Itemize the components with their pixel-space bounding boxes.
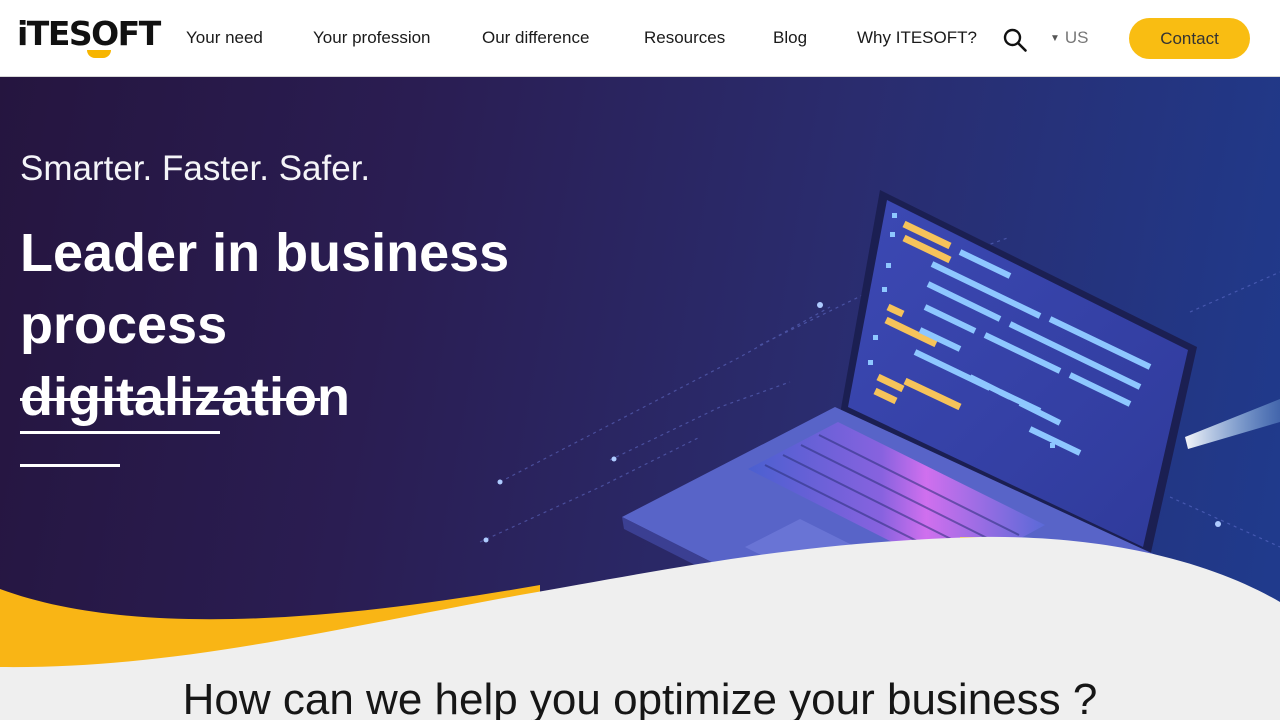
language-label: US xyxy=(1064,28,1089,47)
caret-down-icon: ▼ xyxy=(1050,33,1060,44)
decorative-line-short xyxy=(20,464,120,467)
section-title: How can we help you optimize your busine… xyxy=(182,675,1098,720)
contact-button[interactable]: Contact xyxy=(1129,18,1250,59)
itesoft-logo[interactable]: iTESOFT xyxy=(17,14,161,58)
language-selector[interactable]: ▼ US xyxy=(1050,28,1089,51)
logo-text: iTESOFT xyxy=(17,14,161,53)
nav-our-difference[interactable]: Our difference xyxy=(482,28,589,48)
hero-banner: Smarter. Faster. Safer. Leader in busine… xyxy=(0,77,1280,720)
logo-mark xyxy=(87,50,111,58)
hero-tagline: Smarter. Faster. Safer. xyxy=(20,149,371,188)
decorative-line-medium xyxy=(20,431,220,434)
site-header: iTESOFT Your need Your profession Our di… xyxy=(0,0,1280,77)
nav-blog[interactable]: Blog xyxy=(773,28,807,48)
nav-your-profession[interactable]: Your profession xyxy=(313,28,431,48)
nav-why-itesoft[interactable]: Why ITESOFT? xyxy=(857,28,977,48)
hero-headline-line1: Leader in business process xyxy=(20,223,510,355)
search-icon[interactable] xyxy=(1002,27,1028,53)
nav-your-need[interactable]: Your need xyxy=(186,28,263,48)
decorative-line-long xyxy=(20,398,320,401)
nav-resources[interactable]: Resources xyxy=(644,28,725,48)
hero-headline-line2: digitalization xyxy=(20,367,350,427)
